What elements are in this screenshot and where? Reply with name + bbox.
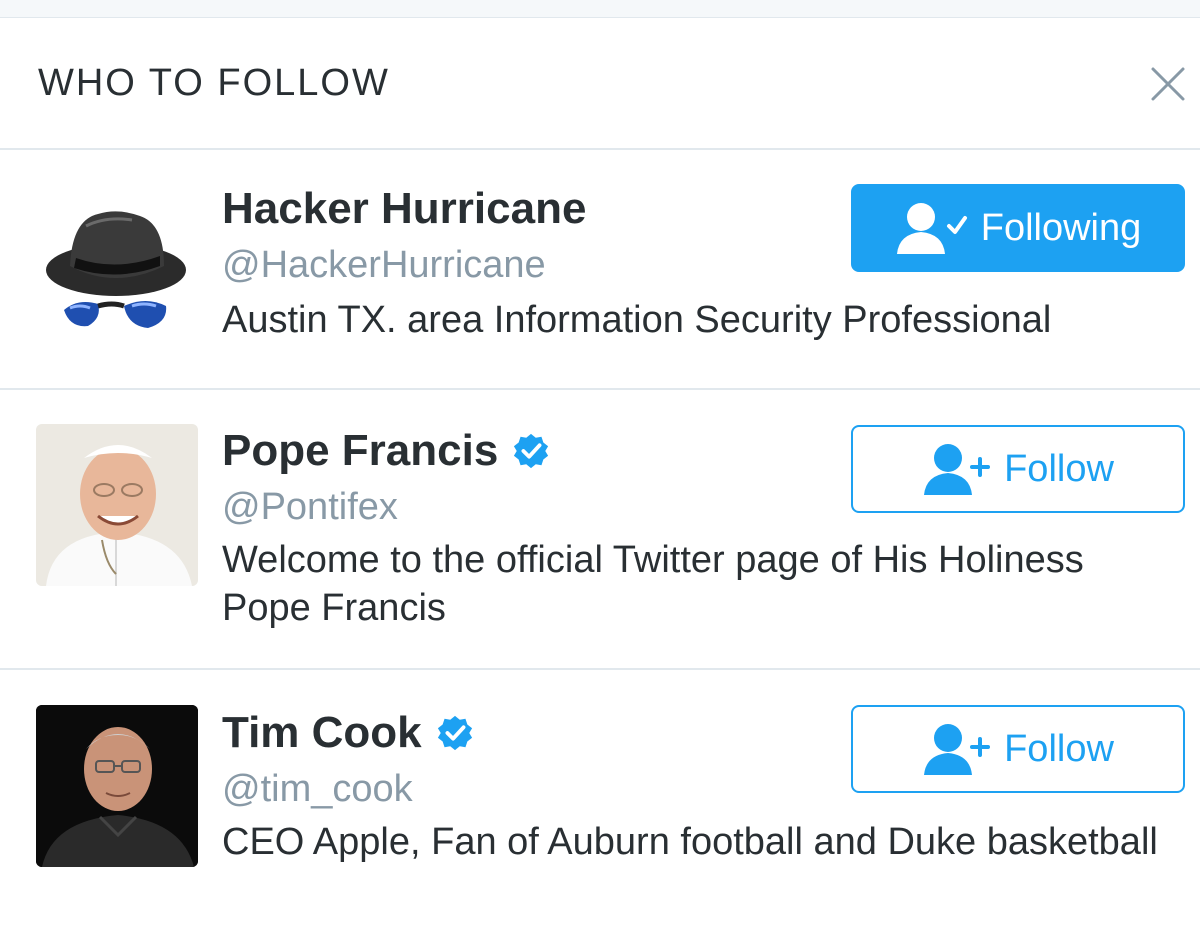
name-line: Pope Francis	[222, 426, 550, 476]
user-add-icon	[924, 444, 991, 495]
name-line: Tim Cook	[222, 708, 474, 758]
user-bio: Austin TX. area Information Security Pro…	[222, 299, 1052, 341]
following-button[interactable]: Following	[851, 184, 1185, 272]
suggestion-row: Pope Francis @Pontifex Welcome to the of…	[0, 390, 1200, 670]
suggestion-row: Tim Cook @tim_cook CEO Apple, Fan of Aub…	[0, 670, 1200, 950]
following-button-label: Following	[980, 206, 1142, 249]
user-handle[interactable]: @tim_cook	[222, 768, 413, 811]
user-bio: Welcome to the official Twitter page of …	[222, 539, 1084, 629]
user-add-icon	[924, 724, 991, 775]
follow-button-label: Follow	[1004, 727, 1114, 770]
display-name[interactable]: Tim Cook	[222, 708, 422, 758]
name-line: Hacker Hurricane	[222, 184, 586, 234]
suggestion-row: Hacker Hurricane @HackerHurricane Austin…	[0, 150, 1200, 390]
avatar[interactable]	[36, 186, 198, 348]
close-icon[interactable]	[1148, 64, 1188, 104]
panel-title: WHO TO FOLLOW	[38, 62, 390, 104]
display-name[interactable]: Hacker Hurricane	[222, 184, 586, 234]
user-check-icon	[896, 203, 967, 254]
follow-button[interactable]: Follow	[851, 425, 1185, 513]
display-name[interactable]: Pope Francis	[222, 426, 498, 476]
verified-badge-icon	[437, 715, 472, 751]
user-handle[interactable]: @HackerHurricane	[222, 244, 546, 287]
user-bio: CEO Apple, Fan of Auburn football and Du…	[222, 821, 1158, 863]
follow-button-label: Follow	[1004, 447, 1114, 490]
avatar[interactable]	[36, 424, 198, 586]
follow-button[interactable]: Follow	[851, 705, 1185, 793]
user-handle[interactable]: @Pontifex	[222, 486, 398, 529]
verified-badge-icon	[514, 433, 549, 469]
who-to-follow-header: WHO TO FOLLOW	[0, 18, 1200, 150]
top-strip	[0, 0, 1200, 18]
avatar[interactable]	[36, 705, 198, 867]
